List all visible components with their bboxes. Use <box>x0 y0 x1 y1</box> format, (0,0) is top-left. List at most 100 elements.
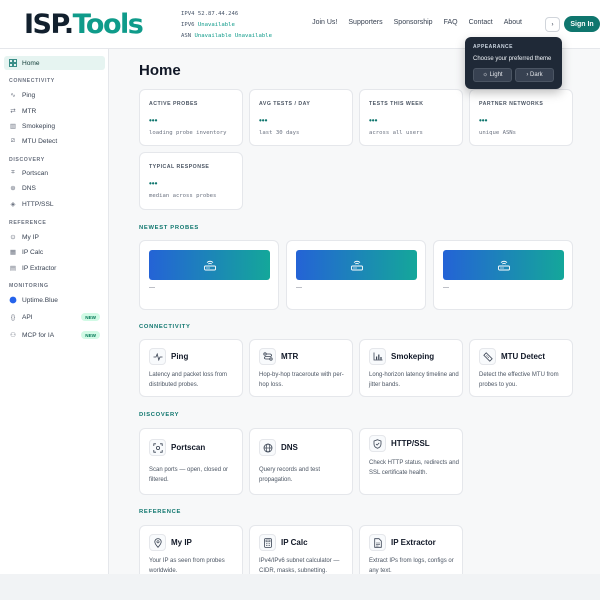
sidebar-item-portscan[interactable]: ⌗ Portscan <box>4 166 105 180</box>
ipv6-label: IPV6 <box>181 22 195 28</box>
ip-info: IPV4 52.87.44.246 IPV6 Unavailable ASN U… <box>181 9 272 42</box>
tool-desc: Scan ports — open, closed or filtered. <box>149 467 229 483</box>
tool-desc: Extract IPs from logs, configs or any te… <box>369 558 454 574</box>
tool-card-dns[interactable]: DNS Query records and test propagation. <box>249 428 353 495</box>
sidebar-item-label: MTU Detect <box>22 137 58 145</box>
sidebar-item-label: IP Calc <box>22 248 44 256</box>
tool-name: DNS <box>281 443 298 452</box>
popover-title: APPEARANCE <box>473 44 514 50</box>
tool-name: Smokeping <box>391 352 435 361</box>
sidebar-item-label: Ping <box>22 91 36 99</box>
nav-sponsorship[interactable]: Sponsorship <box>394 19 433 26</box>
sidebar-item-ip-calc[interactable]: ▦ IP Calc <box>4 245 105 259</box>
ipv4-label: IPV4 <box>181 11 195 17</box>
asn-label: ASN <box>181 33 192 39</box>
sidebar-item-label: Smokeping <box>22 122 55 130</box>
sidebar-item-ping[interactable]: ∿ Ping <box>4 88 105 102</box>
sidebar-item-home[interactable]: Home <box>4 56 105 70</box>
probe-card[interactable]: — <box>139 240 279 310</box>
dark-theme-button[interactable]: › Dark <box>515 68 554 82</box>
nav-contact[interactable]: Contact <box>469 19 493 26</box>
sidebar-item-api[interactable]: {} API NEW <box>4 310 105 324</box>
tool-card-my-ip[interactable]: My IP Your IP as seen from probes worldw… <box>139 525 243 574</box>
pin-icon: ⊙ <box>10 234 16 241</box>
light-theme-button[interactable]: ☼ Light <box>473 68 512 82</box>
tool-name: IP Calc <box>281 538 308 547</box>
chart-icon: ▥ <box>9 123 17 130</box>
ipv6-value: Unavailable <box>197 22 235 28</box>
tool-desc: Your IP as seen from probes worldwide. <box>149 558 225 574</box>
tool-card-smokeping[interactable]: Smokeping Long-horizon latency timeline … <box>359 339 463 397</box>
sidebar-item-dns[interactable]: ⊕ DNS <box>4 181 105 195</box>
probe-banner <box>296 250 417 280</box>
globe-icon <box>259 439 276 456</box>
tool-name: MTR <box>281 352 299 361</box>
stat-value: ••• <box>149 179 158 188</box>
stat-card-typical-response: TYPICAL RESPONSE ••• median across probe… <box>139 152 243 210</box>
sidebar-item-http-ssl[interactable]: ◈ HTTP/SSL <box>4 197 105 211</box>
stat-label: TYPICAL RESPONSE <box>149 164 210 170</box>
sidebar-item-ip-extractor[interactable]: ▤ IP Extractor <box>4 261 105 275</box>
sidebar-item-mtr[interactable]: ⇄ MTR <box>4 104 105 118</box>
stat-sub: median across probes <box>149 193 217 199</box>
sidebar: Home CONNECTIVITY ∿ Ping ⇄ MTR ▥ Smokeping … <box>0 49 109 574</box>
page: ISP.Tools IPV4 52.87.44.246 IPV6 Unavail… <box>0 0 600 574</box>
probe-info: — <box>443 285 449 291</box>
probe-card[interactable]: — <box>433 240 573 310</box>
nav-faq[interactable]: FAQ <box>444 19 458 26</box>
sidebar-item-mtu-detect[interactable]: ⧄ MTU Detect <box>4 134 105 148</box>
logo-part-tools: Tools <box>72 9 144 40</box>
tool-card-ping[interactable]: Ping Latency and packet loss from distri… <box>139 339 243 397</box>
tool-name: IP Extractor <box>391 538 436 547</box>
tool-name: Ping <box>171 352 189 361</box>
site-logo[interactable]: ISP.Tools <box>24 9 144 40</box>
router-icon <box>350 260 363 271</box>
tool-desc: Latency and packet loss from distributed… <box>149 372 228 388</box>
tool-card-ip-extractor[interactable]: IP Extractor Extract IPs from logs, conf… <box>359 525 463 574</box>
tool-desc: Hop-by-hop traceroute with per-hop loss. <box>259 372 344 388</box>
probe-card[interactable]: — <box>286 240 426 310</box>
scan-icon <box>149 439 166 456</box>
tool-name: My IP <box>171 538 192 547</box>
tool-card-http-ssl[interactable]: HTTP/SSL Check HTTP status, redirects an… <box>359 428 463 495</box>
section-title-newest-probes: NEWEST PROBES <box>139 225 199 231</box>
stat-value: ••• <box>479 116 488 125</box>
tool-card-mtr[interactable]: MTR Hop-by-hop traceroute with per-hop l… <box>249 339 353 397</box>
nav-about[interactable]: About <box>504 19 522 26</box>
stat-value: ••• <box>149 116 158 125</box>
tool-name: Portscan <box>171 443 206 452</box>
new-badge: NEW <box>81 313 100 321</box>
tool-card-mtu-detect[interactable]: MTU Detect Detect the effective MTU from… <box>469 339 573 397</box>
sidebar-item-label: API <box>22 313 33 321</box>
sidebar-item-uptime-blue[interactable]: Uptime.Blue <box>4 293 105 307</box>
stat-label: ACTIVE PROBES <box>149 101 198 107</box>
sidebar-item-mcp-for-ia[interactable]: ⚇ MCP for IA NEW <box>4 328 105 342</box>
sidebar-item-label: HTTP/SSL <box>22 200 54 208</box>
theme-toggle-button[interactable]: › <box>545 17 560 32</box>
document-icon <box>369 534 386 551</box>
sidebar-section-discovery: DISCOVERY <box>9 157 45 163</box>
document-icon: ▤ <box>9 265 17 272</box>
tool-card-ip-calc[interactable]: IP Calc IPv4/IPv6 subnet calculator — CI… <box>249 525 353 574</box>
pin-icon <box>149 534 166 551</box>
stat-card-tests-week: TESTS THIS WEEK ••• across all users <box>359 89 463 146</box>
sidebar-section-reference: REFERENCE <box>9 220 47 226</box>
stat-card-avg-tests: AVG TESTS / DAY ••• last 30 days <box>249 89 353 146</box>
tool-desc: Check HTTP status, redirects and SSL cer… <box>369 460 459 476</box>
sidebar-section-connectivity: CONNECTIVITY <box>9 78 55 84</box>
tool-desc: Detect the effective MTU from probes to … <box>479 372 559 388</box>
sign-in-button[interactable]: Sign In <box>564 16 600 32</box>
sidebar-item-smokeping[interactable]: ▥ Smokeping <box>4 119 105 133</box>
nav-supporters[interactable]: Supporters <box>348 19 382 26</box>
sidebar-item-label: My IP <box>22 233 39 241</box>
ruler-icon <box>479 348 496 365</box>
nav-join-us[interactable]: Join Us! <box>312 19 337 26</box>
asn-value: Unavailable Unavailable <box>194 33 272 39</box>
sidebar-item-my-ip[interactable]: ⊙ My IP <box>4 230 105 244</box>
stat-sub: unique ASNs <box>479 130 517 136</box>
route-icon <box>259 348 276 365</box>
probe-banner <box>149 250 270 280</box>
probe-info: — <box>296 285 302 291</box>
stat-sub: loading probe inventory <box>149 130 227 136</box>
tool-card-portscan[interactable]: Portscan Scan ports — open, closed or fi… <box>139 428 243 495</box>
